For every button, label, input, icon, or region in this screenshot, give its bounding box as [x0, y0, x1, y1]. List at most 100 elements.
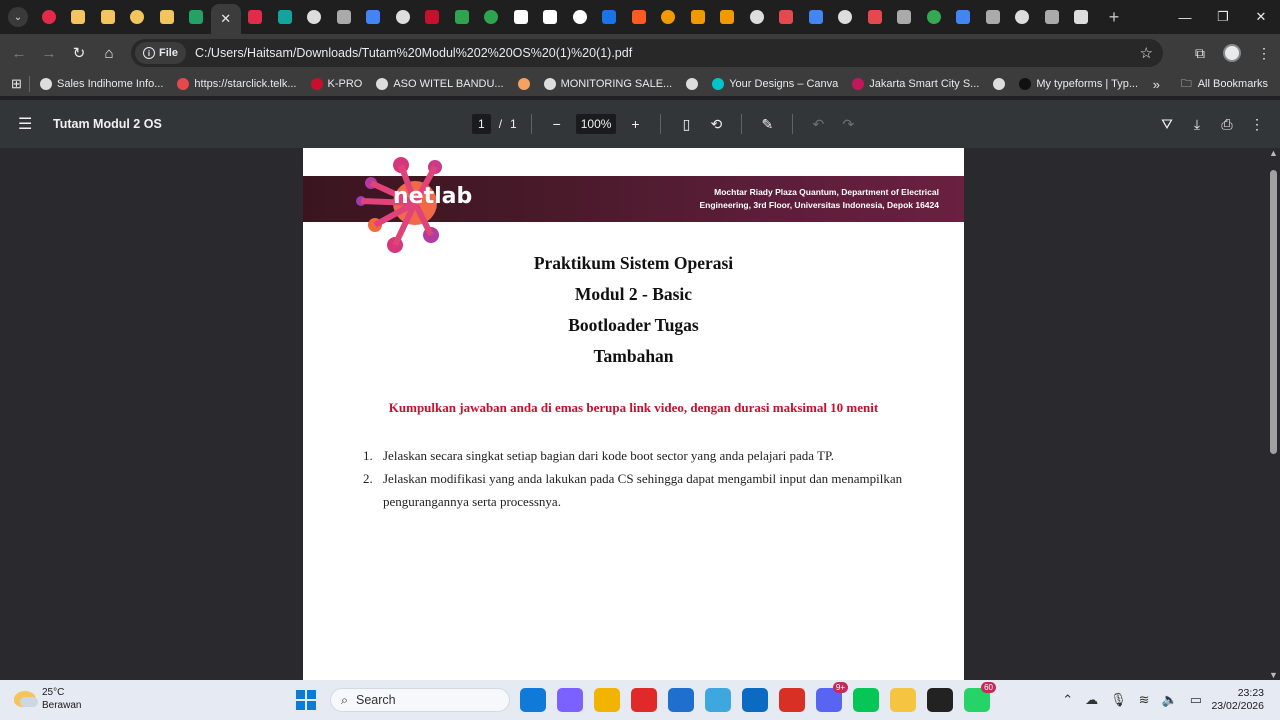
taskbar-app-icon[interactable]	[594, 688, 620, 712]
browser-tab[interactable]	[919, 3, 949, 31]
bookmark-item[interactable]: ASO WITEL BANDU...	[376, 78, 504, 90]
undo-icon[interactable]: ↶	[807, 116, 829, 133]
browser-tab[interactable]	[890, 3, 920, 31]
browser-tab[interactable]	[34, 3, 64, 31]
scroll-down-icon[interactable]: ▼	[1269, 670, 1278, 680]
browser-tab[interactable]	[1067, 3, 1097, 31]
bookmark-item[interactable]: Sales Indihome Info...	[40, 78, 163, 90]
taskbar-app-icon[interactable]: 60	[964, 682, 996, 712]
taskbar-app-icon[interactable]	[779, 688, 805, 712]
browser-tab[interactable]	[182, 3, 212, 31]
zoom-out-icon[interactable]: −	[546, 116, 568, 132]
browser-tab[interactable]	[64, 3, 94, 31]
browser-tab[interactable]	[683, 3, 713, 31]
browser-tab[interactable]	[831, 3, 861, 31]
bookmark-item[interactable]: K-PRO	[310, 78, 362, 90]
browser-tab[interactable]	[123, 3, 153, 31]
bookmark-star-icon[interactable]: ☆	[1140, 44, 1153, 62]
browser-tab[interactable]	[506, 3, 536, 31]
taskbar-app-icon[interactable]: 9+	[816, 682, 848, 712]
close-window-icon[interactable]: ✕	[1242, 0, 1280, 34]
zoom-input[interactable]: 100%	[575, 114, 617, 134]
rotate-icon[interactable]: ⟲	[705, 116, 727, 133]
forward-icon[interactable]: →	[34, 38, 64, 68]
browser-tab[interactable]	[536, 3, 566, 31]
tab-close-icon[interactable]: ✕	[220, 11, 231, 27]
windows-start-icon[interactable]	[296, 690, 316, 710]
browser-tab[interactable]	[713, 3, 743, 31]
taskbar-app-icon[interactable]	[520, 688, 546, 712]
bookmark-item[interactable]: Your Designs – Canva	[712, 78, 838, 90]
browser-tab[interactable]	[595, 3, 625, 31]
annotate-pen-icon[interactable]: ✎	[756, 116, 778, 133]
redo-icon[interactable]: ↷	[837, 116, 859, 133]
browser-tab[interactable]	[654, 3, 684, 31]
site-info-chip[interactable]: i File	[135, 42, 186, 64]
taskbar-search[interactable]: ⌕ Search	[330, 688, 510, 712]
extensions-icon[interactable]: ⧉	[1184, 45, 1216, 62]
home-icon[interactable]: ⌂	[94, 38, 124, 68]
taskbar-app-icon[interactable]	[853, 688, 879, 712]
minimize-icon[interactable]: —	[1166, 0, 1204, 34]
taskbar-app-icon[interactable]	[742, 688, 768, 712]
browser-tab[interactable]	[565, 3, 595, 31]
fit-page-icon[interactable]: ▯	[675, 116, 697, 133]
apps-grid-icon[interactable]: ⊞	[4, 76, 30, 92]
browser-tab[interactable]	[772, 3, 802, 31]
browser-tab[interactable]	[1037, 3, 1067, 31]
print-icon[interactable]: ⎙	[1216, 116, 1238, 133]
back-icon[interactable]: ←	[4, 38, 34, 68]
bookmark-item[interactable]	[993, 78, 1006, 90]
bookmark-item[interactable]: MONITORING SALE...	[543, 78, 672, 90]
download-icon[interactable]: ⤓	[1186, 116, 1208, 133]
zoom-in-icon[interactable]: +	[624, 116, 646, 132]
browser-tab[interactable]	[329, 3, 359, 31]
browser-tab[interactable]	[418, 3, 448, 31]
scroll-up-icon[interactable]: ▲	[1269, 148, 1278, 158]
browser-tab[interactable]	[1008, 3, 1038, 31]
restore-icon[interactable]: ❐	[1204, 0, 1242, 34]
browser-tab[interactable]	[801, 3, 831, 31]
drive-save-icon[interactable]: ⛛	[1156, 116, 1178, 133]
all-bookmarks-button[interactable]: 🗀 All Bookmarks	[1181, 75, 1268, 94]
taskbar-app-icon[interactable]	[631, 688, 657, 712]
vertical-scrollbar[interactable]: ▲ ▼	[1266, 148, 1280, 680]
new-tab-button[interactable]: +	[1102, 7, 1126, 28]
reload-icon[interactable]: ↻	[64, 38, 94, 68]
browser-tab[interactable]	[270, 3, 300, 31]
browser-tab[interactable]	[742, 3, 772, 31]
battery-icon[interactable]: ▭	[1190, 692, 1202, 708]
tray-overflow-icon[interactable]: ⌃	[1062, 692, 1073, 708]
bookmark-item[interactable]: https://starclick.telk...	[177, 78, 297, 90]
weather-widget[interactable]: 25°C Berawan	[14, 686, 81, 712]
browser-tab[interactable]	[447, 3, 477, 31]
menu-kebab-icon[interactable]: ⋮	[1248, 45, 1280, 62]
bookmark-item[interactable]	[686, 78, 699, 90]
browser-tab[interactable]	[359, 3, 389, 31]
browser-tab[interactable]	[241, 3, 271, 31]
bookmark-item[interactable]	[517, 78, 530, 90]
browser-tab[interactable]	[624, 3, 654, 31]
browser-tab[interactable]	[300, 3, 330, 31]
browser-tab[interactable]	[388, 3, 418, 31]
profile-avatar[interactable]	[1216, 44, 1248, 62]
tab-search-icon[interactable]: ⌄	[8, 7, 28, 27]
browser-tab[interactable]	[477, 3, 507, 31]
more-options-icon[interactable]: ⋮	[1246, 116, 1268, 133]
hamburger-menu-icon[interactable]: ☰	[18, 114, 38, 134]
bookmark-item[interactable]: My typeforms | Typ...	[1019, 78, 1138, 90]
tab-active-pdf[interactable]: ✕	[211, 4, 241, 34]
browser-tab[interactable]	[860, 3, 890, 31]
volume-icon[interactable]: 🔈	[1162, 692, 1178, 708]
clock[interactable]: 23:23 23/02/2026	[1211, 687, 1264, 713]
browser-tab[interactable]	[978, 3, 1008, 31]
taskbar-app-icon[interactable]	[705, 688, 731, 712]
bookmark-item[interactable]: Jakarta Smart City S...	[852, 78, 979, 90]
taskbar-app-icon[interactable]	[890, 688, 916, 712]
browser-tab[interactable]	[93, 3, 123, 31]
scroll-thumb[interactable]	[1270, 170, 1277, 454]
taskbar-app-icon[interactable]	[668, 688, 694, 712]
wifi-icon[interactable]: ≋	[1139, 692, 1150, 708]
browser-tab[interactable]	[949, 3, 979, 31]
taskbar-app-icon[interactable]	[927, 688, 953, 712]
